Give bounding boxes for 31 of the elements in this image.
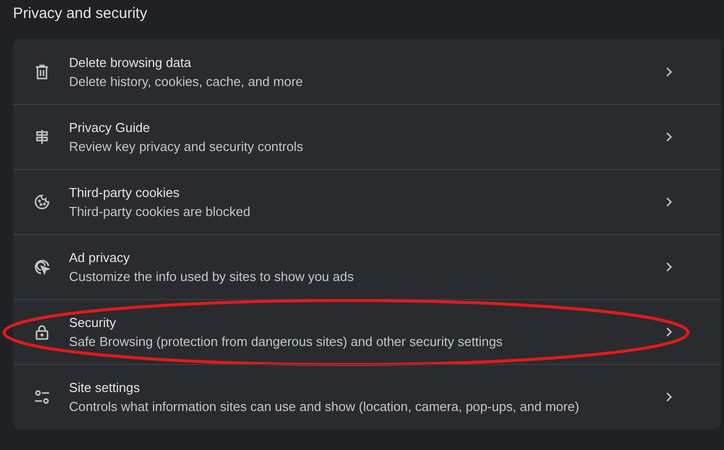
chevron-right-icon xyxy=(666,327,672,337)
row-subtitle: Delete history, cookies, cache, and more xyxy=(69,74,304,88)
settings-row[interactable]: Privacy Guide Review key privacy and security controls xyxy=(13,104,721,169)
cookie-icon xyxy=(34,194,50,210)
row-title: Privacy Guide xyxy=(69,120,151,135)
settings-row[interactable]: Ad privacy Customize the info used by sites to show you ads xyxy=(13,234,721,299)
settings-row[interactable]: Third-party cookies Third-party cookies are blocked xyxy=(13,169,721,234)
settings-row[interactable]: Delete browsing data Delete history, cookies, cache, and more xyxy=(13,39,721,104)
row-subtitle: Controls what information sites can use and show (location, camera, pop-ups, and more) xyxy=(69,399,580,414)
trash-icon xyxy=(34,64,50,80)
row-subtitle: Safe Browsing (protection from dangerous sites) and other security settings xyxy=(69,334,504,349)
row-title: Security xyxy=(69,315,117,330)
section-title: Privacy and security xyxy=(12,4,148,24)
row-subtitle: Customize the info used by sites to show you ads xyxy=(69,269,355,284)
row-subtitle: Third-party cookies are blocked xyxy=(69,204,252,219)
chevron-right-icon xyxy=(666,66,672,76)
signpost-icon xyxy=(34,129,50,145)
settings-row[interactable]: Security Safe Browsing (protection from dangerous sites) and other security settings xyxy=(13,299,721,364)
row-title: Ad privacy xyxy=(69,250,131,265)
chevron-right-icon xyxy=(666,197,672,207)
row-title: Third-party cookies xyxy=(69,185,181,200)
lock-icon xyxy=(34,324,50,340)
chevron-right-icon xyxy=(666,132,672,142)
row-title: Delete browsing data xyxy=(69,54,192,70)
row-title: Site settings xyxy=(69,380,141,395)
row-subtitle: Review key privacy and security controls xyxy=(69,139,304,154)
target-cursor-icon xyxy=(34,259,50,275)
settings-row[interactable]: Site settings Controls what information sites can use and show (location, camera, pop-ups, and more) xyxy=(13,364,721,429)
sliders-icon xyxy=(34,389,50,405)
chevron-right-icon xyxy=(666,392,672,402)
chevron-right-icon xyxy=(666,262,672,272)
